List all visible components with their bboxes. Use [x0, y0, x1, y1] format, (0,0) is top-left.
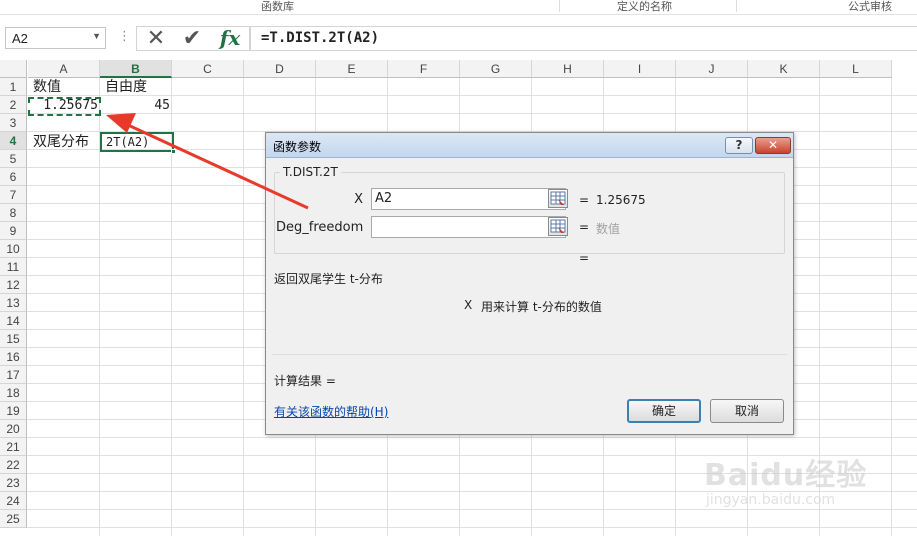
copy-marquee: [28, 97, 101, 116]
column-header-k[interactable]: K: [748, 60, 820, 78]
cell-a4[interactable]: 双尾分布: [31, 133, 101, 151]
row-header-14[interactable]: 14: [0, 312, 27, 330]
chevron-down-icon[interactable]: ▼: [92, 31, 101, 41]
collapse-dialog-icon[interactable]: [548, 189, 568, 208]
arg-deg-freedom-label: Deg_freedom: [276, 220, 364, 235]
enter-check-icon[interactable]: ✔: [175, 27, 209, 50]
row-header-16[interactable]: 16: [0, 348, 27, 366]
dialog-title: 函数参数: [273, 140, 322, 154]
row-header-13[interactable]: 13: [0, 294, 27, 312]
row-header-24[interactable]: 24: [0, 492, 27, 510]
function-description: 返回双尾学生 t-分布: [274, 272, 383, 286]
function-arguments-dialog: 函数参数 ? ✕ T.DIST.2T X A2 = 1.25675 Deg_fr…: [265, 132, 794, 435]
arg-description-name: X: [464, 298, 473, 312]
column-header-d[interactable]: D: [244, 60, 316, 78]
row-header-18[interactable]: 18: [0, 384, 27, 402]
arg-deg-freedom-equals: =: [579, 220, 590, 234]
arg-x-equals: =: [579, 193, 590, 207]
arg-deg-freedom-input[interactable]: [371, 216, 566, 238]
row-header-10[interactable]: 10: [0, 240, 27, 258]
formula-buttons: ✕ ✔ fx: [136, 26, 250, 51]
arg-x-label: X: [354, 192, 363, 207]
column-header-i[interactable]: I: [604, 60, 676, 78]
column-header-b[interactable]: B: [100, 60, 172, 78]
formula-bar: A2 ▼ ⋮ ✕ ✔ fx =T.DIST.2T(A2): [0, 24, 917, 52]
arg-x-result: 1.25675: [596, 193, 646, 207]
formula-input[interactable]: =T.DIST.2T(A2): [250, 26, 917, 51]
column-header-c[interactable]: C: [172, 60, 244, 78]
gridline: [27, 437, 917, 438]
cell-b2[interactable]: 45: [101, 97, 172, 115]
row-header-2[interactable]: 2: [0, 96, 27, 114]
row-header-25[interactable]: 25: [0, 510, 27, 528]
row-header-5[interactable]: 5: [0, 150, 27, 168]
row-header-4[interactable]: 4: [0, 132, 27, 150]
arg-x-input[interactable]: A2: [371, 188, 566, 210]
ribbon-group-formula-auditing[interactable]: 公式审核: [848, 0, 892, 14]
active-cell-border: [100, 132, 174, 152]
function-help-link[interactable]: 有关该函数的帮助(H): [274, 403, 388, 420]
row-header-9[interactable]: 9: [0, 222, 27, 240]
ribbon-group-defined-names[interactable]: 定义的名称: [617, 0, 672, 14]
row-header-6[interactable]: 6: [0, 168, 27, 186]
cell-a1[interactable]: 数值: [31, 78, 101, 96]
row-header-12[interactable]: 12: [0, 276, 27, 294]
cancel-button[interactable]: 取消: [710, 399, 784, 423]
resize-handle-icon[interactable]: ⋮: [118, 29, 131, 44]
formula-result-label: 计算结果 =: [274, 374, 336, 388]
total-result-equals: =: [579, 251, 590, 265]
name-box[interactable]: A2 ▼: [5, 27, 106, 49]
row-header-3[interactable]: 3: [0, 114, 27, 132]
baidu-watermark: Baidu经验 jingyan.baidu.com: [700, 450, 910, 520]
column-header-f[interactable]: F: [388, 60, 460, 78]
column-header-g[interactable]: G: [460, 60, 532, 78]
name-box-value: A2: [12, 31, 28, 46]
gridline: [27, 527, 917, 528]
row-header-8[interactable]: 8: [0, 204, 27, 222]
function-name: T.DIST.2T: [280, 165, 341, 179]
column-header-h[interactable]: H: [532, 60, 604, 78]
dialog-help-button[interactable]: ?: [725, 137, 753, 154]
dialog-divider: [272, 354, 787, 355]
row-header-11[interactable]: 11: [0, 258, 27, 276]
dialog-close-button[interactable]: ✕: [755, 137, 791, 154]
row-header-20[interactable]: 20: [0, 420, 27, 438]
row-header-23[interactable]: 23: [0, 474, 27, 492]
column-header-l[interactable]: L: [820, 60, 892, 78]
row-header-17[interactable]: 17: [0, 366, 27, 384]
row-header-15[interactable]: 15: [0, 330, 27, 348]
select-all-corner[interactable]: [0, 60, 27, 78]
ok-button[interactable]: 确定: [627, 399, 701, 423]
gridline: [243, 78, 244, 536]
column-header-e[interactable]: E: [316, 60, 388, 78]
collapse-dialog-icon[interactable]: [548, 217, 568, 236]
arg-deg-freedom-result: 数值: [596, 222, 621, 236]
row-header-7[interactable]: 7: [0, 186, 27, 204]
ribbon-separator: [736, 0, 737, 12]
arg-description-text: 用来计算 t-分布的数值: [481, 300, 602, 314]
dialog-titlebar[interactable]: 函数参数 ? ✕: [266, 133, 793, 158]
column-header-a[interactable]: A: [28, 60, 100, 78]
ribbon-group-labels: 函数库 定义的名称 公式审核: [0, 0, 917, 15]
arguments-group: [274, 172, 785, 254]
cell-b1[interactable]: 自由度: [103, 78, 173, 96]
row-header-21[interactable]: 21: [0, 438, 27, 456]
row-header-22[interactable]: 22: [0, 456, 27, 474]
watermark-brand: Baidu经验: [704, 458, 868, 493]
fill-handle[interactable]: [171, 149, 176, 154]
insert-function-icon[interactable]: fx: [213, 27, 247, 50]
cancel-icon[interactable]: ✕: [139, 27, 173, 50]
ribbon-group-function-library[interactable]: 函数库: [261, 0, 294, 14]
row-header-19[interactable]: 19: [0, 402, 27, 420]
column-header-j[interactable]: J: [676, 60, 748, 78]
ribbon-separator: [559, 0, 560, 12]
watermark-url: jingyan.baidu.com: [706, 492, 836, 508]
row-header-1[interactable]: 1: [0, 78, 27, 96]
